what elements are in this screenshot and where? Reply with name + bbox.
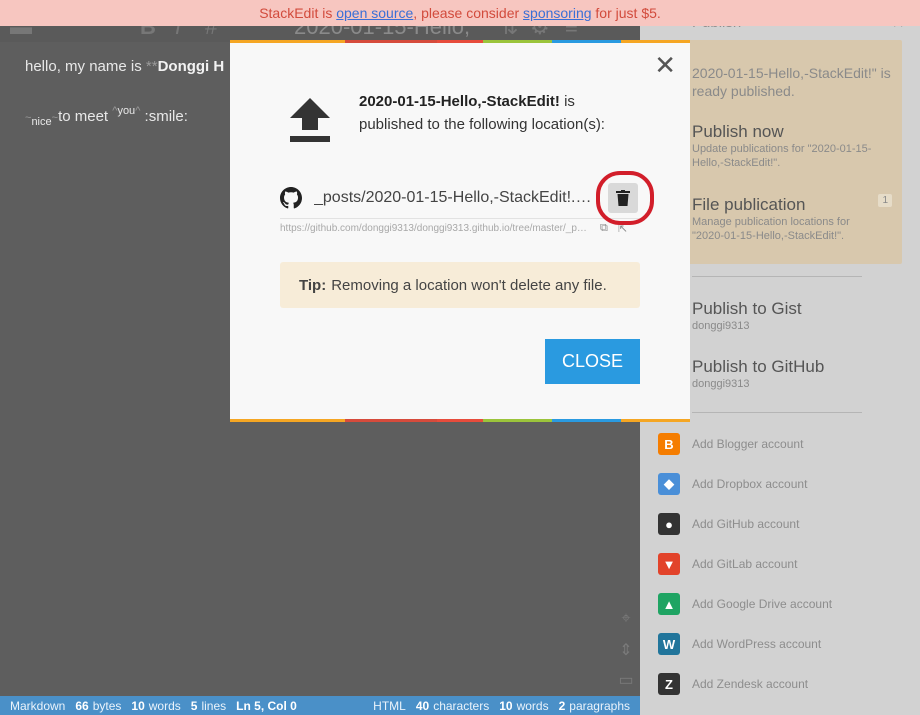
line2-text: to meet — [58, 108, 109, 125]
editor-line-1: hello, my name is **Donggi H — [25, 58, 224, 75]
zendesk-icon: Z — [658, 673, 680, 695]
status-lines-value: 5 — [190, 698, 198, 713]
upload-icon — [290, 98, 330, 142]
file-publication-subtitle: Manage publication locations for "2020-0… — [692, 216, 850, 242]
file-publication-item[interactable]: File publication Manage publication loca… — [692, 195, 882, 243]
add-account-item[interactable]: ▲ Add Google Drive account — [658, 593, 832, 615]
panel-divider-2 — [692, 412, 862, 413]
add-account-label: Add Blogger account — [692, 437, 804, 451]
add-account-label: Add WordPress account — [692, 637, 822, 651]
modal-close-icon[interactable]: ✕ — [654, 52, 676, 78]
blogger-icon: B — [658, 433, 680, 455]
tip-label: Tip: — [299, 276, 327, 294]
publish-message: 2020-01-15-Hello,-StackEdit! is publishe… — [359, 90, 659, 136]
italic-icon[interactable]: I — [175, 26, 181, 40]
crosshair-icon[interactable]: ⌖ — [616, 610, 636, 628]
navigation-icon[interactable]: ⇕ — [616, 640, 636, 660]
add-account-item[interactable]: Z Add Zendesk account — [658, 673, 808, 695]
message-is: is — [564, 93, 575, 110]
banner-suffix: for just $5. — [595, 5, 661, 21]
github-icon — [280, 187, 302, 209]
add-account-item[interactable]: ◆ Add Dropbox account — [658, 473, 807, 495]
sponsor-banner: StackEdit is open source, please conside… — [0, 0, 920, 26]
add-account-item[interactable]: ▼ Add GitLab account — [658, 553, 797, 575]
banner-prefix: StackEdit is — [259, 5, 333, 21]
superscript-text: you — [117, 105, 136, 117]
publish-locations-modal: ✕ 2020-01-15-Hello,-StackEdit! is publis… — [230, 40, 690, 422]
status-markdown-label: Markdown — [10, 698, 66, 713]
publish-to-gist-item[interactable]: Publish to Gist donggi9313 — [692, 299, 802, 333]
document-title[interactable]: 2020-01-15-Hello, — [294, 26, 470, 40]
publish-now-item[interactable]: Publish now Update publications for "202… — [692, 122, 902, 170]
github-account: donggi9313 — [692, 378, 750, 390]
tip-box: Tip: Removing a location won't delete an… — [280, 262, 640, 308]
publish-now-title: Publish now — [692, 122, 784, 141]
modal-bottom-stripe — [230, 419, 690, 422]
line1-bold: Donggi H — [157, 58, 225, 75]
status-lines-label: lines — [201, 698, 227, 713]
folder-icon[interactable]: ▬ — [10, 26, 32, 40]
status-chars-value: 40 — [415, 698, 430, 713]
location-path: _posts/2020-01-15-Hello,-StackEdit!.md — [314, 189, 592, 206]
dropbox-icon: ◆ — [658, 473, 680, 495]
highlight-annotation — [596, 171, 654, 225]
status-html-words-value: 10 — [499, 698, 513, 713]
status-words-label: words — [148, 698, 181, 713]
gist-title: Publish to Gist — [692, 299, 802, 318]
sponsoring-link[interactable]: sponsoring — [523, 5, 592, 21]
status-bar: Markdown 66 bytes 10 words 5 lines Ln 5, Co… — [0, 696, 640, 715]
add-account-label: Add Zendesk account — [692, 677, 809, 691]
emoji-shortcode: :smile: — [144, 108, 188, 125]
already-published-text: 2020-01-15-Hello,-StackEdit!" is ready p… — [692, 65, 891, 99]
status-paragraphs-value: 2 — [558, 698, 566, 713]
status-bytes-value: 66 — [75, 698, 89, 713]
gist-account: donggi9313 — [692, 320, 750, 332]
open-source-link[interactable]: open source — [336, 5, 413, 21]
github-icon: ● — [658, 513, 680, 535]
gitlab-icon: ▼ — [658, 553, 680, 575]
add-account-label: Add GitHub account — [692, 517, 800, 531]
status-words-value: 10 — [131, 698, 145, 713]
status-html-words-label: words — [516, 698, 549, 713]
status-bytes-label: bytes — [92, 698, 122, 713]
add-account-label: Add GitLab account — [692, 557, 798, 571]
side-preview-icon[interactable]: ▭ — [616, 670, 636, 690]
publish-location: _posts/2020-01-15-Hello,-StackEdit!.md h… — [280, 183, 640, 235]
line1-plain: hello, my name is — [25, 58, 142, 75]
menu-icon[interactable]: ≡ — [565, 26, 578, 40]
settings-icon[interactable]: ⚙ — [530, 26, 550, 40]
status-chars-label: characters — [433, 698, 490, 713]
status-html-label: HTML — [373, 698, 406, 713]
sync-icon[interactable]: ⇅ — [500, 26, 518, 40]
bold-icon[interactable]: B — [140, 26, 156, 40]
publish-now-subtitle: Update publications for "2020-01-15-Hell… — [692, 143, 872, 169]
add-account-item[interactable]: ● Add GitHub account — [658, 513, 799, 535]
file-publication-title: File publication — [692, 195, 806, 214]
publication-count-badge: 1 — [878, 194, 892, 207]
modal-top-stripe — [230, 40, 690, 43]
copy-icon[interactable]: ⧉ — [600, 222, 612, 234]
add-account-label: Add Dropbox account — [692, 477, 808, 491]
wordpress-icon: W — [658, 633, 680, 655]
location-url[interactable]: https://github.com/donggi9313/donggi9313… — [280, 223, 590, 234]
google-drive-icon: ▲ — [658, 593, 680, 615]
status-cursor-position: Ln 5, Col 0 — [236, 698, 297, 713]
heading-icon[interactable]: # — [205, 26, 217, 40]
editor-line-2: ~nice~to meet ^you^ :smile: — [25, 105, 188, 128]
add-account-label: Add Google Drive account — [692, 597, 833, 611]
panel-divider — [692, 276, 862, 277]
sup-marker-close: ^ — [135, 105, 141, 117]
github-title: Publish to GitHub — [692, 357, 825, 376]
tip-text: Removing a location won't delete any fil… — [331, 276, 607, 294]
add-account-item[interactable]: W Add WordPress account — [658, 633, 821, 655]
publish-to-github-item[interactable]: Publish to GitHub donggi9313 — [692, 357, 824, 391]
banner-middle: , please consider — [413, 5, 520, 21]
message-line-2: published to the following location(s): — [359, 116, 605, 133]
subscript-text: nice — [31, 116, 52, 128]
close-button[interactable]: CLOSE — [545, 339, 640, 384]
status-paragraphs-label: paragraphs — [569, 698, 630, 713]
add-account-item[interactable]: B Add Blogger account — [658, 433, 803, 455]
bold-marker: ** — [145, 58, 158, 75]
document-name: 2020-01-15-Hello,-StackEdit! — [359, 93, 560, 110]
